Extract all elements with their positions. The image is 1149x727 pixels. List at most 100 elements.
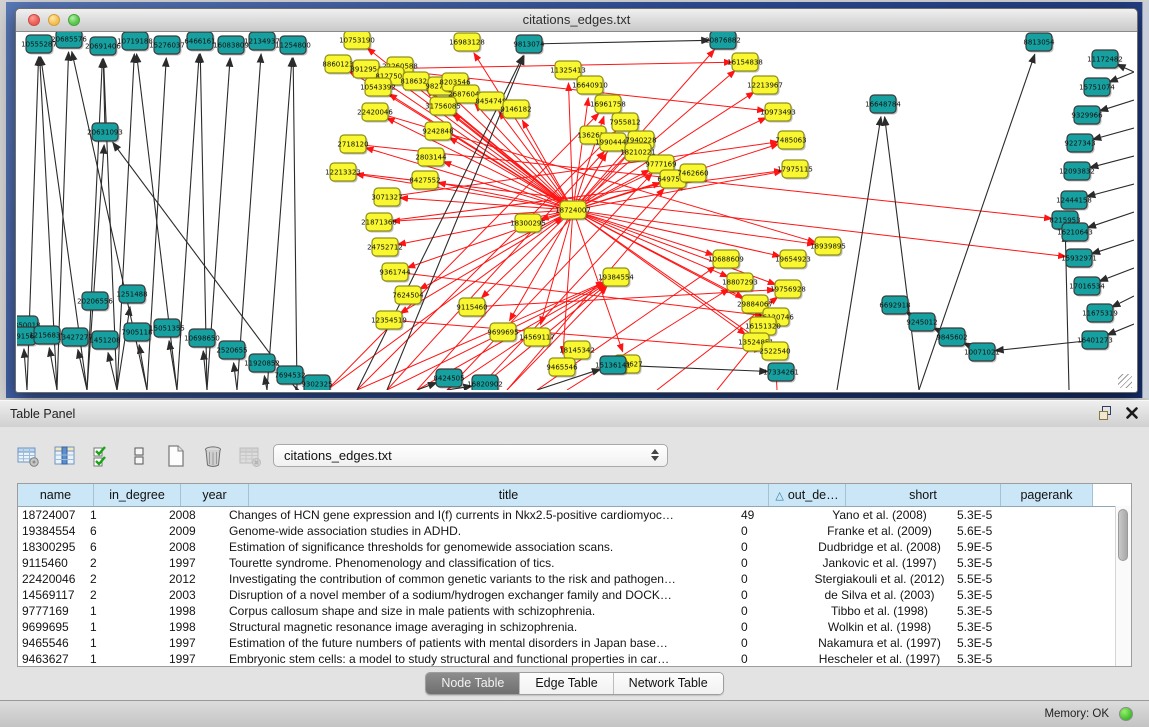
graph-node[interactable]: 7462660 bbox=[677, 164, 708, 184]
graph-node[interactable]: 16640910 bbox=[572, 76, 608, 96]
graph-node[interactable]: 2522540 bbox=[759, 342, 790, 362]
graph-node[interactable]: 19654923 bbox=[775, 250, 811, 270]
graph-node[interactable]: 16820902 bbox=[467, 375, 503, 390]
graph-node[interactable]: 9329966 bbox=[1071, 106, 1103, 126]
column-header-title[interactable]: title bbox=[249, 484, 769, 506]
float-panel-icon[interactable] bbox=[1097, 405, 1113, 421]
graph-node[interactable]: 17016534 bbox=[1069, 277, 1105, 297]
graph-node[interactable]: 7485063 bbox=[775, 131, 806, 151]
graph-node[interactable]: 7905118 bbox=[121, 323, 152, 343]
network-window[interactable]: citations_edges.txt 18724007113254131615… bbox=[15, 8, 1138, 393]
column-header-year[interactable]: year bbox=[181, 484, 249, 506]
graph-node[interactable]: 10753190 bbox=[339, 32, 375, 51]
graph-node[interactable]: 9699695 bbox=[487, 323, 518, 343]
close-panel-icon[interactable] bbox=[1125, 406, 1139, 420]
graph-node[interactable]: 9845602 bbox=[936, 328, 967, 348]
graph-node[interactable]: 12213967 bbox=[747, 76, 783, 96]
graph-node[interactable]: 31756085 bbox=[425, 97, 461, 117]
show-column-icon[interactable] bbox=[51, 442, 79, 470]
graph-node[interactable]: 2718120 bbox=[337, 135, 368, 155]
graph-node[interactable]: 10688609 bbox=[708, 250, 744, 270]
graph-node[interactable]: 20691406 bbox=[85, 37, 121, 57]
graph-node[interactable]: 11675319 bbox=[1082, 304, 1118, 324]
tab-node-table[interactable]: Node Table bbox=[426, 673, 520, 694]
tab-network-table[interactable]: Network Table bbox=[614, 673, 723, 694]
table-row[interactable]: 1456911722003Disruption of a novel membe… bbox=[18, 587, 1131, 603]
graph-node[interactable]: 15932971 bbox=[1061, 249, 1097, 269]
graph-node[interactable]: 15051355 bbox=[149, 319, 185, 339]
graph-node[interactable]: 15751074 bbox=[1079, 78, 1115, 98]
table-scrollbar[interactable] bbox=[1115, 506, 1131, 666]
table-row[interactable]: 946554611997Estimation of the future num… bbox=[18, 635, 1131, 651]
network-canvas[interactable]: 1872400711325413161548381221396710973493… bbox=[17, 32, 1134, 390]
graph-node[interactable]: 8860123 bbox=[322, 55, 353, 75]
graph-node[interactable]: 20631093 bbox=[87, 123, 123, 143]
graph-node[interactable]: 16648784 bbox=[865, 95, 901, 115]
graph-node[interactable]: 17334261 bbox=[763, 363, 799, 383]
graph-node[interactable]: 19384554 bbox=[598, 268, 634, 288]
new-table-icon[interactable] bbox=[162, 442, 190, 470]
table-row[interactable]: 1872400712008Changes of HCN gene express… bbox=[18, 507, 1131, 523]
graph-node[interactable]: 7624504 bbox=[392, 286, 424, 306]
tab-edge-table[interactable]: Edge Table bbox=[520, 673, 613, 694]
graph-node[interactable]: 12444158 bbox=[1056, 191, 1092, 211]
graph-node[interactable]: 9465546 bbox=[546, 358, 578, 378]
column-header-name[interactable]: name bbox=[18, 484, 94, 506]
graph-node[interactable]: 18300295 bbox=[510, 214, 546, 234]
graph-node[interactable]: 12213323 bbox=[325, 163, 361, 183]
graph-node[interactable]: 18939895 bbox=[810, 237, 846, 257]
graph-node[interactable]: 17975115 bbox=[777, 160, 813, 180]
graph-node[interactable]: 1451208 bbox=[89, 331, 120, 351]
table-row[interactable]: 1938455462009Genome-wide association stu… bbox=[18, 523, 1131, 539]
graph-node[interactable]: 20685576 bbox=[51, 32, 87, 50]
graph-node[interactable]: 2803144 bbox=[415, 148, 447, 168]
graph-node[interactable]: 8424505 bbox=[433, 369, 464, 389]
graph-node[interactable]: 9302325 bbox=[301, 375, 332, 390]
graph-node[interactable]: 6466161 bbox=[184, 32, 215, 52]
graph-node[interactable]: 9146182 bbox=[500, 100, 531, 120]
graph-node[interactable]: 9242848 bbox=[422, 122, 453, 142]
column-header-pagerank[interactable]: pagerank bbox=[1001, 484, 1093, 506]
graph-node[interactable]: 18724007 bbox=[555, 201, 591, 221]
table-row[interactable]: 1830029562008Estimation of significance … bbox=[18, 539, 1131, 555]
table-row[interactable]: 2242004622012Investigating the contribut… bbox=[18, 571, 1131, 587]
graph-node[interactable]: 19756928 bbox=[770, 280, 806, 300]
memory-status-indicator[interactable] bbox=[1119, 707, 1133, 721]
row-layout-icon[interactable] bbox=[125, 442, 153, 470]
graph-node[interactable]: 9361744 bbox=[379, 263, 411, 283]
graph-node[interactable]: 18807293 bbox=[722, 273, 758, 293]
window-resize-grip[interactable] bbox=[1118, 374, 1132, 388]
graph-node[interactable]: 20206556 bbox=[77, 292, 113, 312]
graph-node[interactable]: 7955812 bbox=[609, 113, 640, 133]
graph-node[interactable]: 22420046 bbox=[357, 103, 393, 123]
scrollbar-thumb[interactable] bbox=[1118, 509, 1128, 561]
graph-node[interactable]: 9115460 bbox=[456, 298, 487, 318]
graph-node[interactable]: 9245012 bbox=[906, 313, 937, 333]
graph-node[interactable]: 1251488 bbox=[116, 285, 147, 305]
table-row[interactable]: 911546021997Tourette syndrome. Phenomeno… bbox=[18, 555, 1131, 571]
graph-node[interactable]: 9227343 bbox=[1064, 134, 1095, 154]
graph-node[interactable]: 10698650 bbox=[184, 329, 220, 349]
graph-node[interactable]: 16961758 bbox=[590, 95, 626, 115]
graph-node[interactable]: 10719188 bbox=[117, 32, 153, 52]
graph-node[interactable]: 21871368 bbox=[361, 213, 397, 233]
table-row[interactable]: 946362711997Embryonic stem cells: a mode… bbox=[18, 651, 1131, 667]
graph-node[interactable]: 2520655 bbox=[216, 341, 247, 361]
graph-node[interactable]: 20876882 bbox=[705, 32, 741, 51]
graph-node[interactable]: 11254800 bbox=[275, 36, 311, 56]
table-select[interactable]: citations_edges.txt bbox=[273, 444, 668, 467]
graph-node[interactable]: 10071021 bbox=[964, 343, 1000, 363]
graph-node[interactable]: 9813074 bbox=[513, 35, 545, 55]
graph-node[interactable]: 11172482 bbox=[1087, 50, 1123, 70]
graph-node[interactable]: 12093832 bbox=[1059, 162, 1095, 182]
graph-node[interactable]: 6692918 bbox=[879, 296, 910, 316]
graph-node[interactable]: 10543392 bbox=[360, 78, 396, 98]
column-header-short[interactable]: short bbox=[846, 484, 1001, 506]
graph-node[interactable]: 16154838 bbox=[727, 53, 763, 73]
table-row[interactable]: 969969511998Structural magnetic resonanc… bbox=[18, 619, 1131, 635]
graph-node[interactable]: 16983128 bbox=[449, 33, 485, 53]
window-titlebar[interactable]: citations_edges.txt bbox=[16, 9, 1137, 32]
delete-icon[interactable] bbox=[199, 442, 227, 470]
graph-node[interactable]: 14569117 bbox=[519, 328, 555, 348]
table-row[interactable]: 977716911998Corpus callosum shape and si… bbox=[18, 603, 1131, 619]
